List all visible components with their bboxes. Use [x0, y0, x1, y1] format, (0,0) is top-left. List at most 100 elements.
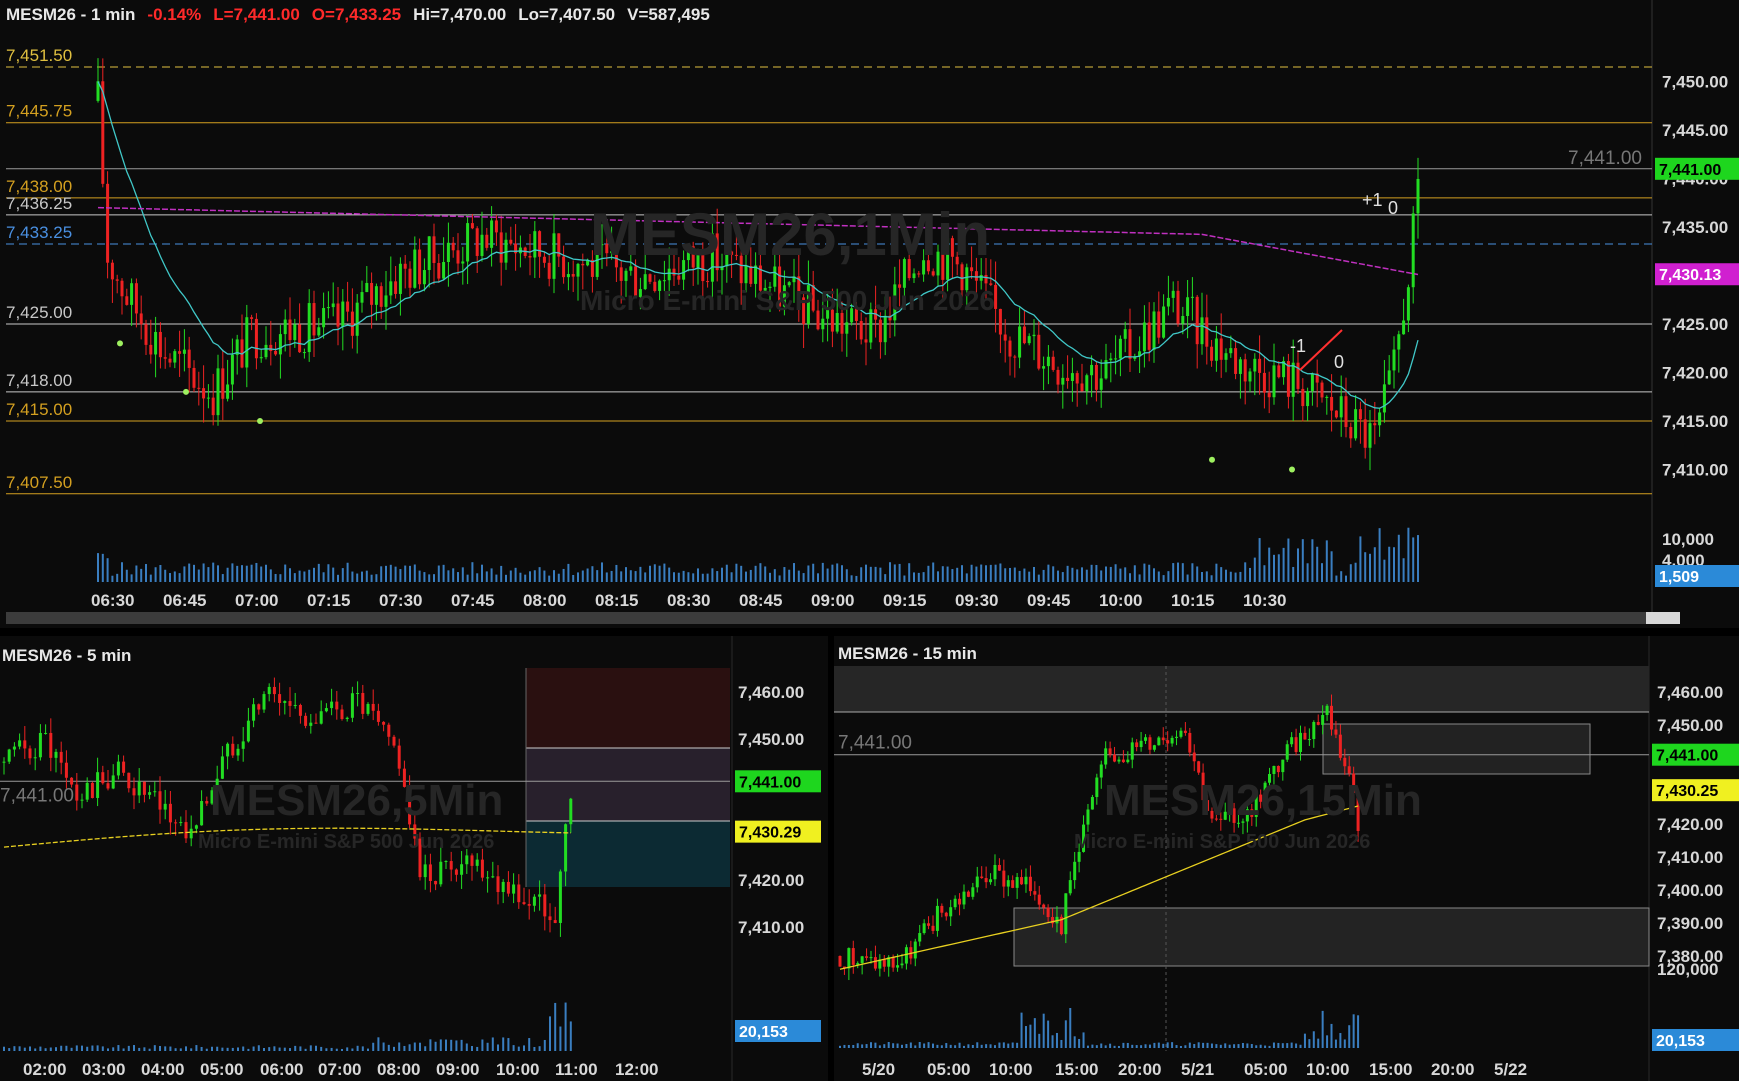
candle-body: [246, 720, 250, 742]
zone-upper: [834, 666, 1649, 712]
volume-bar: [1047, 564, 1050, 582]
volume-bar: [97, 553, 99, 582]
volume-bar: [429, 1039, 432, 1051]
volume-bar: [965, 573, 968, 582]
chart-15min-canvas[interactable]: 7,441.00 7,460.00 7,450.00 7,420.00 7,410.00…: [834, 636, 1739, 1081]
candle-body: [1228, 808, 1232, 812]
volume-bar: [70, 1047, 73, 1051]
swing-low-dot: [1289, 466, 1295, 473]
candle-body: [566, 274, 570, 278]
candle-body: [1201, 772, 1205, 801]
volume-bar: [241, 565, 243, 582]
volume-bar: [1383, 559, 1386, 582]
volume-bar: [1301, 539, 1304, 582]
candle-body: [1121, 759, 1125, 763]
candle-body: [142, 781, 146, 795]
volume-bar: [457, 572, 459, 582]
volume-bar: [179, 1048, 182, 1051]
time-axis-label: 5/20: [862, 1060, 895, 1079]
candle-body: [1301, 388, 1305, 407]
volume-bar: [852, 1044, 855, 1048]
candle-body: [931, 271, 935, 276]
time-axis-label: 10:00: [1306, 1060, 1349, 1079]
candle-body: [250, 317, 254, 319]
candle-body: [397, 745, 401, 769]
candle-body: [538, 231, 542, 257]
scroll-right-button[interactable]: [1646, 612, 1680, 624]
candle-body: [1077, 851, 1081, 862]
volume-bar: [562, 568, 565, 582]
candle-body: [1224, 353, 1228, 360]
candle-body: [1268, 774, 1272, 783]
volume-bar: [284, 564, 287, 582]
volume-bar: [135, 565, 138, 582]
candle-body: [1406, 287, 1410, 321]
volume-bar: [341, 568, 344, 582]
volume-bar: [226, 567, 229, 582]
candle-body: [913, 941, 917, 959]
candle-body: [564, 824, 568, 872]
candle-body: [958, 898, 962, 905]
chart-15min-pane[interactable]: 7,441.00 7,460.00 7,450.00 7,420.00 7,410.00…: [834, 636, 1739, 1081]
volume-bar: [418, 570, 421, 582]
volume-bar: [519, 572, 522, 582]
time-axis-label: 20:00: [1431, 1060, 1474, 1079]
candle-body: [1070, 373, 1074, 382]
time-axis-label: 08:00: [377, 1060, 420, 1079]
chart-5min-canvas[interactable]: 7,441.00 7,460.00 7,450.00 7,420.00 7,410.00…: [0, 636, 828, 1081]
volume-bar: [601, 562, 603, 582]
volume-bar: [231, 1047, 234, 1051]
volume-bar: [200, 1046, 203, 1051]
volume-bar: [1316, 546, 1319, 582]
candle-body: [1128, 329, 1132, 359]
candle-body: [979, 274, 983, 281]
volume-bar: [673, 572, 675, 582]
candle-body: [1037, 894, 1041, 905]
candle-body: [860, 956, 864, 964]
time-axis-label: 04:00: [141, 1060, 184, 1079]
symbol-label: MESM26 - 15 min: [838, 644, 977, 663]
candle-body: [491, 876, 495, 878]
volume-bar: [869, 566, 872, 582]
volume-bar: [903, 575, 906, 582]
candle-body: [1171, 290, 1175, 298]
volume-bar: [500, 565, 503, 582]
trade-label: 0: [1388, 198, 1398, 218]
time-axis-label: 06:00: [260, 1060, 303, 1079]
time-axis-label: 08:00: [523, 591, 566, 610]
volume-bar: [1249, 567, 1251, 582]
chart-1min-pane[interactable]: 7,451.50 7,445.75 7,438.00 7,436.25 7,433.25…: [0, 0, 1739, 628]
volume-bar: [195, 1045, 198, 1051]
candle-body: [509, 239, 513, 244]
volume-bar: [34, 1048, 37, 1051]
candle-body: [403, 263, 407, 269]
candle-body: [96, 772, 100, 798]
volume-bar: [1268, 547, 1271, 582]
candle-body: [1086, 809, 1090, 825]
chart-1min-canvas[interactable]: 7,451.507,445.757,438.007,436.257,433.25…: [0, 0, 1739, 628]
volume-bar: [1028, 571, 1031, 582]
candle-body: [278, 334, 282, 355]
price-axis-label: 7,450.00: [1657, 716, 1723, 735]
time-axis-label: 5/22: [1494, 1060, 1527, 1079]
horizontal-scrollbar[interactable]: [6, 612, 1650, 624]
candle-body: [576, 263, 580, 277]
candle-body: [317, 327, 321, 336]
candle-body: [312, 303, 316, 336]
volume-bar: [452, 568, 455, 582]
volume-bar: [1177, 562, 1179, 582]
volume-bar: [923, 1043, 926, 1048]
candle-body: [1028, 876, 1032, 892]
candle-body: [211, 397, 215, 416]
volume-bar: [1057, 570, 1059, 582]
candle-body: [1015, 877, 1019, 888]
volume-bar: [778, 575, 781, 582]
volume-bar: [1016, 1042, 1019, 1048]
candle-body: [517, 884, 521, 903]
volume-bar: [1303, 1033, 1306, 1048]
volume-bar: [893, 564, 896, 582]
volume-bar: [1037, 574, 1040, 582]
candle-body: [946, 238, 950, 280]
chart-5min-pane[interactable]: 7,441.00 7,460.00 7,450.00 7,420.00 7,410.00…: [0, 636, 828, 1081]
candle-body: [1338, 734, 1342, 758]
